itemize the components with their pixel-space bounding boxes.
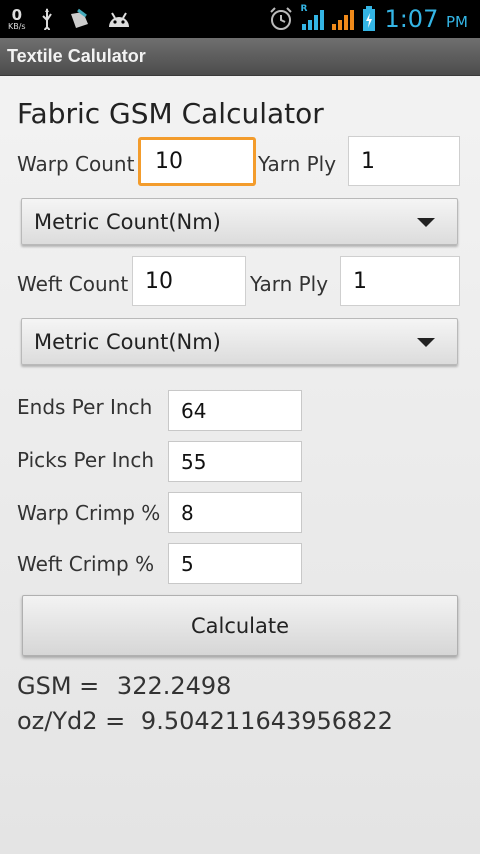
weft-unit-value: Metric Count(Nm): [34, 329, 221, 354]
oz-label: oz/Yd2 =: [17, 707, 126, 735]
clock-time: 1:07: [384, 5, 439, 33]
gsm-result: GSM = 322.2498: [17, 672, 231, 700]
usb-icon: [41, 8, 52, 30]
app-title: Textile Calulator: [7, 46, 146, 66]
calculate-button[interactable]: Calculate: [22, 595, 458, 656]
battery-icon: [363, 6, 376, 31]
gsm-label: GSM =: [17, 672, 100, 700]
oz-value: 9.504211643956822: [140, 707, 393, 735]
network-speed-unit: KB/s: [8, 21, 26, 31]
debug-icon: [70, 8, 88, 28]
warp-count-input[interactable]: 10: [138, 137, 256, 186]
cell-signal-icon: [332, 8, 355, 30]
chevron-down-icon: [417, 218, 435, 227]
chevron-down-icon: [417, 338, 435, 347]
wifi-signal-icon: R: [300, 4, 325, 30]
warp-count-label: Warp Count: [17, 152, 135, 176]
clock-ampm: PM: [446, 13, 468, 31]
epi-input[interactable]: 64: [168, 390, 302, 431]
network-speed: 0 KB/s: [8, 5, 26, 31]
weft-crimp-label: Weft Crimp %: [17, 552, 155, 576]
warp-crimp-label: Warp Crimp %: [17, 501, 161, 525]
weft-crimp-input[interactable]: 5: [168, 543, 302, 584]
status-bar: 0 KB/s R 1:07 PM: [0, 0, 480, 38]
oz-result: oz/Yd2 = 9.504211643956822: [17, 707, 393, 735]
weft-ply-input[interactable]: 1: [340, 256, 460, 306]
alarm-icon: [270, 7, 293, 30]
epi-label: Ends Per Inch: [17, 395, 153, 419]
weft-count-label: Weft Count: [17, 272, 129, 296]
clock: 1:07 PM: [384, 5, 468, 33]
status-right: R 1:07 PM: [268, 0, 468, 38]
warp-ply-input[interactable]: 1: [348, 136, 460, 186]
android-icon: [108, 12, 129, 27]
ppi-input[interactable]: 55: [168, 441, 302, 482]
gsm-value: 322.2498: [116, 672, 232, 700]
warp-ply-label: Yarn Ply: [258, 152, 337, 176]
weft-count-input[interactable]: 10: [132, 256, 246, 306]
warp-unit-value: Metric Count(Nm): [34, 209, 221, 234]
weft-ply-label: Yarn Ply: [250, 272, 329, 296]
ppi-label: Picks Per Inch: [17, 448, 155, 472]
roaming-tag: R: [300, 4, 308, 14]
form-heading: Fabric GSM Calculator: [17, 97, 324, 130]
network-speed-value: 0: [11, 5, 23, 24]
warp-crimp-input[interactable]: 8: [168, 492, 302, 533]
weft-unit-dropdown[interactable]: Metric Count(Nm): [21, 318, 458, 365]
warp-unit-dropdown[interactable]: Metric Count(Nm): [21, 198, 458, 245]
action-bar: Textile Calulator: [0, 38, 480, 76]
status-left: 0 KB/s: [8, 4, 132, 34]
